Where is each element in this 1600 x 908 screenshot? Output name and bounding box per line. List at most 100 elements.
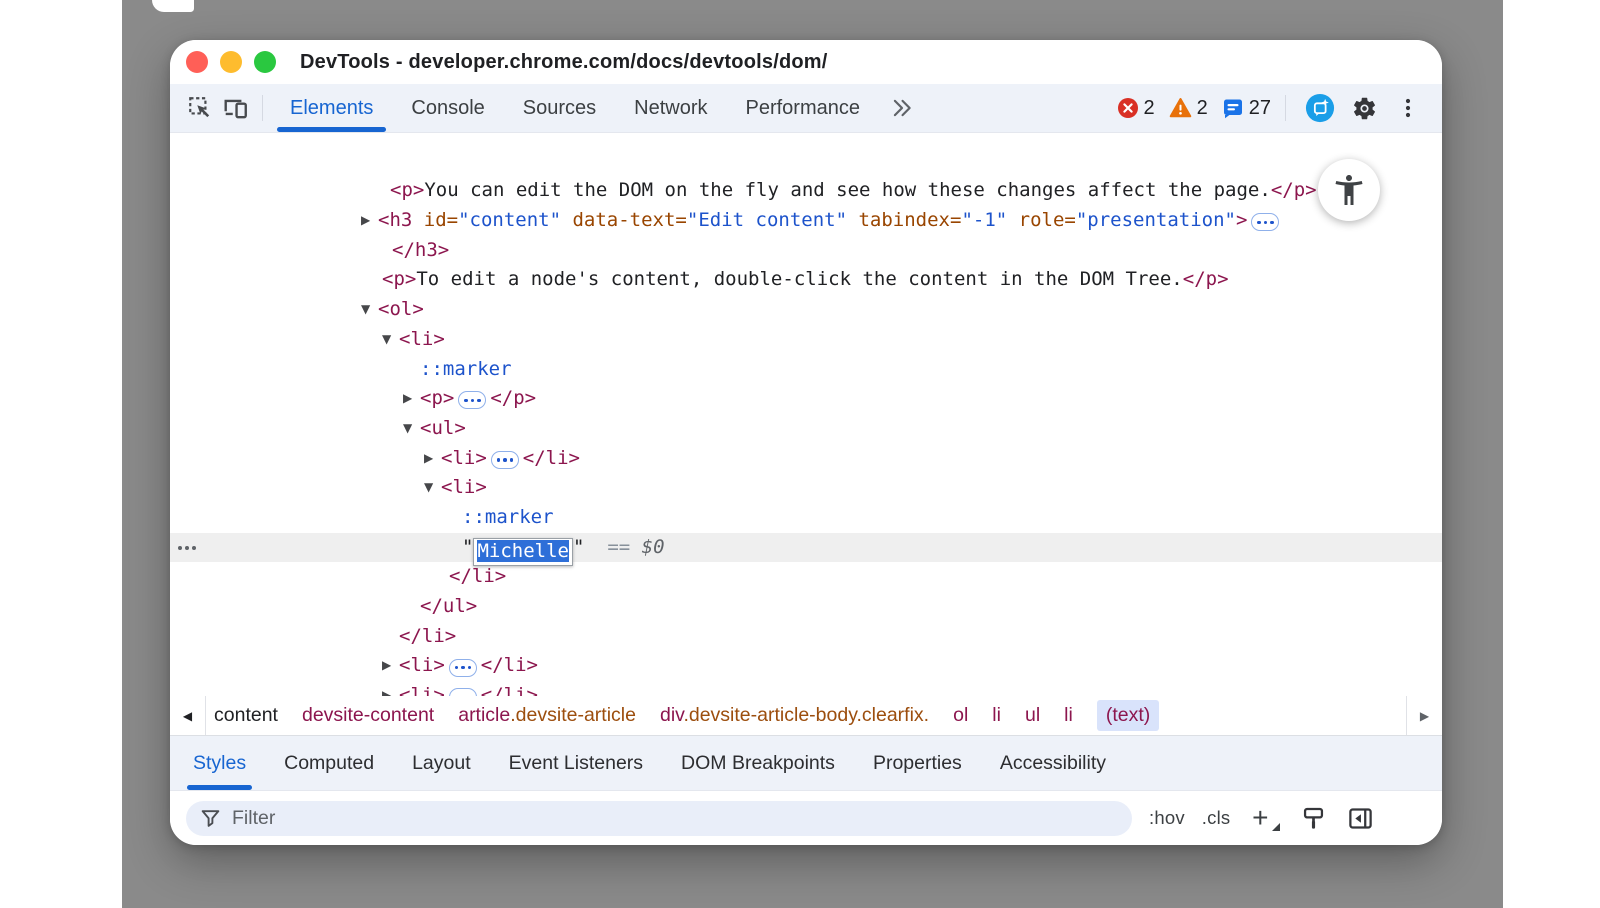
dom-tree-row[interactable]: <p>You can edit the DOM on the fly and s…: [170, 176, 1442, 206]
collapse-arrow-icon[interactable]: ▼: [403, 414, 420, 444]
code-token: </p>: [490, 387, 536, 409]
dom-tree-row[interactable]: ▼<li>: [170, 473, 1442, 503]
tab-layout[interactable]: Layout: [393, 736, 490, 790]
issues-count: 27: [1249, 97, 1271, 120]
breadcrumb-part: li: [992, 704, 1001, 726]
dom-tree-row[interactable]: <p>To edit a node's content, double-clic…: [170, 265, 1442, 295]
dom-tree-row[interactable]: ▶<p></p>: [170, 384, 1442, 414]
code-token: </li>: [399, 625, 456, 647]
breadcrumb-item[interactable]: ol: [953, 704, 968, 727]
breadcrumb-part: li: [1064, 704, 1073, 726]
code-token: <li>: [441, 447, 487, 469]
breadcrumb-item[interactable]: li: [992, 704, 1001, 727]
new-style-rule-icon[interactable]: +: [1247, 805, 1273, 831]
collapse-arrow-icon[interactable]: ▼: [382, 325, 399, 355]
dom-tree-row[interactable]: ::marker: [170, 503, 1442, 533]
breadcrumb-scroll-right-icon[interactable]: ▶: [1406, 696, 1442, 735]
accessibility-widget-button[interactable]: [1318, 159, 1380, 221]
expand-arrow-icon[interactable]: ▶: [403, 384, 420, 414]
toggle-element-state-button[interactable]: :hov: [1149, 807, 1185, 829]
code-token: <li>: [441, 476, 487, 498]
dom-tree-row[interactable]: ▼<li>: [170, 325, 1442, 355]
collapse-arrow-icon[interactable]: ▼: [424, 473, 441, 503]
devtools-toolbar: ElementsConsoleSourcesNetworkPerformance…: [170, 84, 1442, 133]
row-menu-dots-icon[interactable]: [178, 533, 196, 563]
code-token: To edit a node's content, double-click t…: [416, 268, 1182, 290]
dom-tree-row[interactable]: ▶<li></li>: [170, 651, 1442, 681]
ellipsis-expand-button[interactable]: [491, 451, 519, 469]
breadcrumb-part: (text): [1106, 704, 1150, 726]
paint-roller-icon[interactable]: [1298, 803, 1328, 833]
styles-filter-pill[interactable]: [186, 801, 1132, 836]
ellipsis-expand-button[interactable]: [449, 659, 477, 677]
breadcrumb-item[interactable]: article.devsite-article: [458, 704, 636, 727]
tab-computed[interactable]: Computed: [265, 736, 393, 790]
inspect-icon[interactable]: [185, 92, 215, 124]
backdrop-notch: [152, 0, 194, 12]
breadcrumb-item[interactable]: ul: [1025, 704, 1040, 727]
code-token: <li>: [399, 328, 445, 350]
breadcrumb-item[interactable]: div.devsite-article-body.clearfix.: [660, 704, 929, 727]
styles-filter-input[interactable]: [232, 807, 1118, 830]
breadcrumb-part: devsite-content: [302, 704, 434, 726]
dom-tree-row[interactable]: </h3>: [170, 236, 1442, 266]
dom-tree-row[interactable]: </li>: [170, 562, 1442, 592]
ai-assistance-icon[interactable]: [1305, 92, 1335, 124]
expand-arrow-icon[interactable]: ▶: [382, 651, 399, 681]
dom-tree-row[interactable]: ::marker: [170, 355, 1442, 385]
code-token: id=: [412, 209, 458, 231]
tab-performance[interactable]: Performance: [727, 84, 880, 132]
more-menu-icon[interactable]: [1393, 92, 1423, 124]
breadcrumb-item[interactable]: li: [1064, 704, 1073, 727]
dom-tree-row[interactable]: ▼<ol>: [170, 295, 1442, 325]
warning-badge[interactable]: 2: [1169, 97, 1208, 120]
more-tabs-icon[interactable]: [887, 92, 917, 124]
tab-dom-breakpoints[interactable]: DOM Breakpoints: [662, 736, 854, 790]
device-toolbar-icon[interactable]: [221, 92, 251, 124]
code-token: [584, 536, 607, 558]
ellipsis-expand-button[interactable]: [449, 688, 477, 696]
code-token: </ul>: [420, 595, 477, 617]
issues-badge[interactable]: 27: [1222, 97, 1271, 120]
tab-event-listeners[interactable]: Event Listeners: [490, 736, 662, 790]
screenshot-stage: DevTools - developer.chrome.com/docs/dev…: [0, 0, 1600, 908]
expand-arrow-icon[interactable]: ▶: [424, 444, 441, 474]
dom-tree-row[interactable]: ▼<ul>: [170, 414, 1442, 444]
dom-tree-row[interactable]: </ul>: [170, 592, 1442, 622]
tab-accessibility[interactable]: Accessibility: [981, 736, 1125, 790]
code-token: "content": [458, 209, 561, 231]
tab-sources[interactable]: Sources: [504, 84, 615, 132]
dom-tree-row[interactable]: ▶<li></li>: [170, 681, 1442, 696]
settings-icon[interactable]: [1349, 92, 1379, 124]
styles-pane-tabs: StylesComputedLayoutEvent ListenersDOM B…: [170, 736, 1442, 791]
expand-arrow-icon[interactable]: ▶: [382, 681, 399, 696]
dom-tree-row[interactable]: ▶<h3 id="content" data-text="Edit conten…: [170, 206, 1442, 236]
breadcrumb-part: article: [458, 704, 510, 726]
breadcrumb-item[interactable]: content: [214, 704, 278, 727]
breadcrumb-item[interactable]: (text): [1097, 700, 1159, 731]
tab-styles[interactable]: Styles: [174, 736, 265, 790]
collapse-arrow-icon[interactable]: ▼: [361, 295, 378, 325]
breadcrumb-scroll-left-icon[interactable]: ◀: [170, 696, 206, 735]
tab-properties[interactable]: Properties: [854, 736, 981, 790]
error-count: 2: [1144, 97, 1155, 120]
element-classes-button[interactable]: .cls: [1202, 807, 1231, 829]
minimize-button[interactable]: [220, 51, 242, 73]
code-token: </p>: [1183, 268, 1229, 290]
tab-elements[interactable]: Elements: [271, 84, 392, 132]
tab-console[interactable]: Console: [392, 84, 503, 132]
close-button[interactable]: [186, 51, 208, 73]
issues-icon: [1222, 97, 1244, 119]
ellipsis-expand-button[interactable]: [1251, 213, 1279, 231]
dom-tree-row[interactable]: ▶<li></li>: [170, 444, 1442, 474]
error-badge[interactable]: 2: [1117, 97, 1155, 120]
breadcrumb-item[interactable]: devsite-content: [302, 704, 434, 727]
toggle-sidebar-icon[interactable]: [1345, 803, 1375, 833]
code-token: ::marker: [420, 358, 512, 380]
zoom-button[interactable]: [254, 51, 276, 73]
expand-arrow-icon[interactable]: ▶: [361, 206, 378, 236]
tab-network[interactable]: Network: [615, 84, 726, 132]
dom-tree-row[interactable]: </li>: [170, 622, 1442, 652]
ellipsis-expand-button[interactable]: [458, 391, 486, 409]
dom-tree-row[interactable]: "Michelle" == $0: [170, 533, 1442, 563]
